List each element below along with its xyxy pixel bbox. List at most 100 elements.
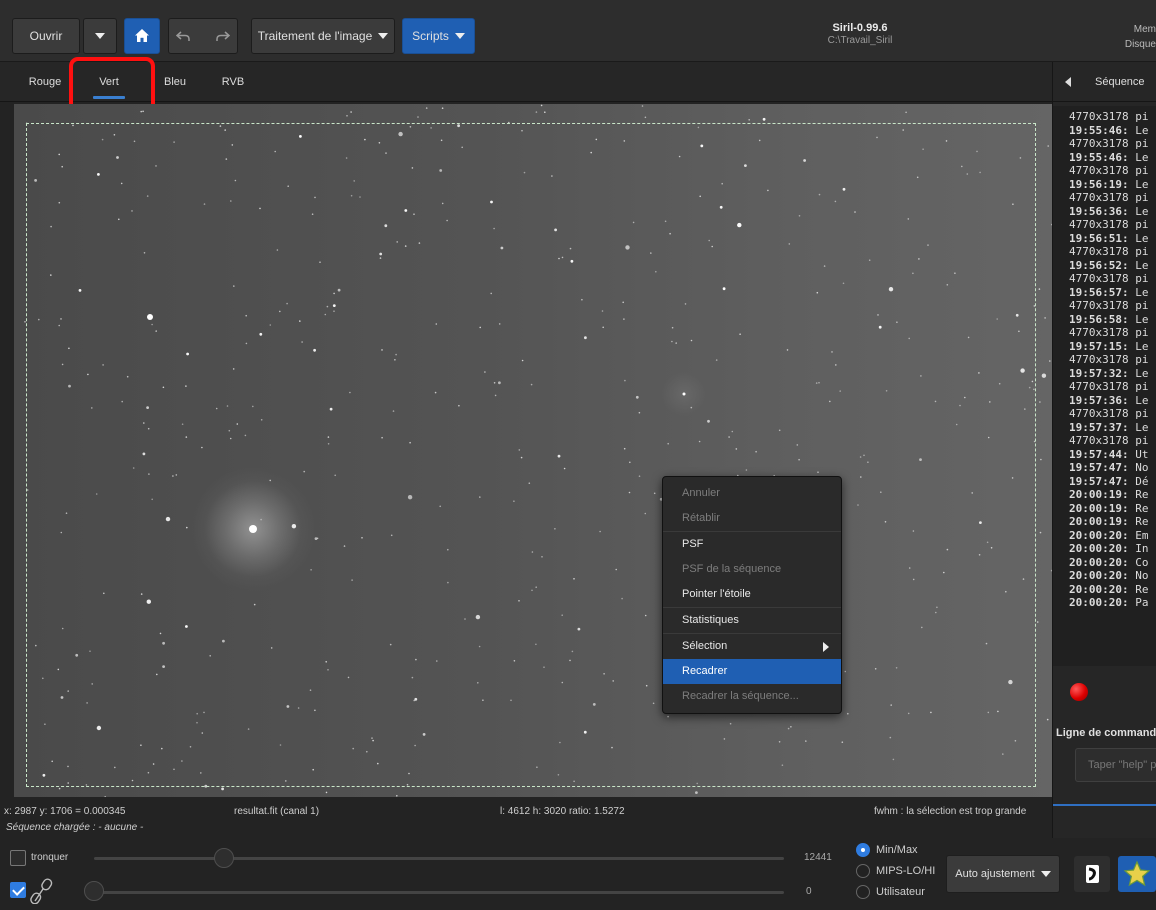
log-line: 20:00:20: Pa xyxy=(1069,596,1156,610)
menu-item-sequence-psf[interactable]: PSF de la séquence xyxy=(663,557,841,582)
redo-icon[interactable] xyxy=(216,30,230,42)
log-text: Le xyxy=(1135,204,1149,218)
log-text: 4770x3178 pi xyxy=(1069,245,1149,258)
log-line: 4770x3178 pi xyxy=(1069,407,1156,421)
menu-item-crop[interactable]: Recadrer xyxy=(663,659,841,684)
log-timestamp: 19:55:46: xyxy=(1069,150,1136,164)
log-line: 4770x3178 pi xyxy=(1069,353,1156,367)
high-slider-handle[interactable] xyxy=(214,848,234,868)
star xyxy=(396,795,398,797)
log-text: 4770x3178 pi xyxy=(1069,191,1149,204)
scale-minmax-radio[interactable] xyxy=(856,843,870,857)
star xyxy=(140,110,142,113)
log-line: 20:00:20: Co xyxy=(1069,556,1156,570)
log-timestamp: 20:00:19: xyxy=(1069,515,1136,528)
chevron-down-icon xyxy=(95,33,105,39)
memory-label: Mem xyxy=(1133,24,1156,35)
negative-view-button[interactable] xyxy=(1074,856,1110,892)
star xyxy=(641,105,644,107)
tab-bleu[interactable]: Bleu xyxy=(150,62,200,102)
star xyxy=(417,116,419,118)
log-text: Le xyxy=(1135,312,1149,326)
high-slider-track[interactable] xyxy=(94,857,784,860)
log-text: Re xyxy=(1135,515,1149,528)
star xyxy=(1049,360,1051,362)
open-button[interactable]: Ouvrir xyxy=(12,18,80,54)
link-checkbox[interactable] xyxy=(10,882,26,898)
undo-icon[interactable] xyxy=(176,30,190,42)
log-timestamp: 19:57:37: xyxy=(1069,420,1136,434)
image-processing-menu-button[interactable]: Traitement de l'image xyxy=(251,18,395,54)
chevron-down-icon xyxy=(454,33,465,39)
log-text: Le xyxy=(1135,420,1149,434)
tab-rvb[interactable]: RVB xyxy=(210,62,256,102)
log-text: Pa xyxy=(1135,596,1149,609)
log-text: 4770x3178 pi xyxy=(1069,407,1149,420)
sequence-tab[interactable]: Séquence xyxy=(1095,76,1145,88)
chevron-down-icon xyxy=(378,33,389,39)
recent-files-dropdown-button[interactable] xyxy=(83,18,117,54)
log-timestamp: 19:57:36: xyxy=(1069,393,1136,407)
record-indicator-icon[interactable] xyxy=(1070,683,1088,701)
star xyxy=(425,107,428,109)
log-line: 20:00:19: Re xyxy=(1069,515,1156,529)
log-line: 20:00:20: In xyxy=(1069,542,1156,556)
command-input[interactable]: Taper "help" po xyxy=(1075,748,1156,782)
log-line: 4770x3178 pi xyxy=(1069,191,1156,205)
menu-item-undo[interactable]: Annuler xyxy=(663,481,841,506)
log-timestamp: 20:00:20: xyxy=(1069,582,1136,596)
menu-item-pick-star[interactable]: Pointer l'étoile xyxy=(663,582,841,607)
log-timestamp: 20:00:20: xyxy=(1069,555,1136,569)
star xyxy=(535,111,538,113)
menu-item-selection[interactable]: Sélection xyxy=(663,634,841,659)
clip-checkbox[interactable] xyxy=(10,850,26,866)
menu-item-label: Pointer l'étoile xyxy=(682,588,751,600)
log-timestamp: 20:00:20: xyxy=(1069,596,1136,609)
star xyxy=(644,116,647,119)
menu-item-crop-sequence[interactable]: Recadrer la séquence... xyxy=(663,684,841,709)
star xyxy=(142,110,144,113)
low-slider-track[interactable] xyxy=(94,891,784,894)
home-button[interactable] xyxy=(124,18,160,54)
selection-rectangle[interactable] xyxy=(26,123,1036,787)
log-line: 19:57:36: Le xyxy=(1069,394,1156,408)
scale-user-radio[interactable] xyxy=(856,885,870,899)
color-map-button[interactable] xyxy=(1118,856,1156,892)
star xyxy=(905,111,907,114)
link-icon xyxy=(30,878,53,904)
log-text: 4770x3178 pi xyxy=(1069,299,1149,312)
log-text: Le xyxy=(1135,231,1149,245)
scripts-menu-button[interactable]: Scripts xyxy=(402,18,475,54)
star xyxy=(1041,373,1047,378)
scale-mips-radio[interactable] xyxy=(856,864,870,878)
context-menu: Annuler Rétablir PSF PSF de la séquence … xyxy=(662,476,842,714)
log-text: Co xyxy=(1135,555,1149,569)
image-viewport[interactable] xyxy=(14,104,1052,797)
log-timestamp: 20:00:20: xyxy=(1069,569,1136,582)
log-text: Em xyxy=(1135,528,1149,542)
collapse-arrow-icon[interactable] xyxy=(1064,77,1072,87)
log-text: Le xyxy=(1135,339,1149,353)
log-timestamp: 19:57:44: xyxy=(1069,447,1136,461)
auto-adjust-button[interactable]: Auto ajustement xyxy=(946,855,1060,893)
disk-label: Disque xyxy=(1124,39,1156,50)
low-slider-handle[interactable] xyxy=(84,881,104,901)
log-timestamp: 19:56:52: xyxy=(1069,258,1136,272)
submenu-arrow-icon xyxy=(823,642,829,652)
low-value[interactable]: 0 xyxy=(806,886,812,897)
selection-info: l: 4612 h: 3020 ratio: 1.5272 xyxy=(500,806,625,817)
star-icon xyxy=(1123,860,1151,887)
star xyxy=(1036,621,1039,623)
menu-item-redo[interactable]: Rétablir xyxy=(663,506,841,531)
fwhm-readout: fwhm : la sélection est trop grande xyxy=(874,806,1027,817)
star xyxy=(544,111,546,113)
menu-item-psf[interactable]: PSF xyxy=(663,532,841,557)
menu-item-statistics[interactable]: Statistiques xyxy=(663,608,841,633)
star xyxy=(221,787,225,791)
log-text: Le xyxy=(1135,150,1149,164)
scale-minmax-label: Min/Max xyxy=(876,844,918,856)
high-value[interactable]: 12441 xyxy=(804,852,832,863)
log-timestamp: 19:56:57: xyxy=(1069,285,1136,299)
scripts-label: Scripts xyxy=(412,29,449,43)
tab-rouge[interactable]: Rouge xyxy=(18,62,72,102)
